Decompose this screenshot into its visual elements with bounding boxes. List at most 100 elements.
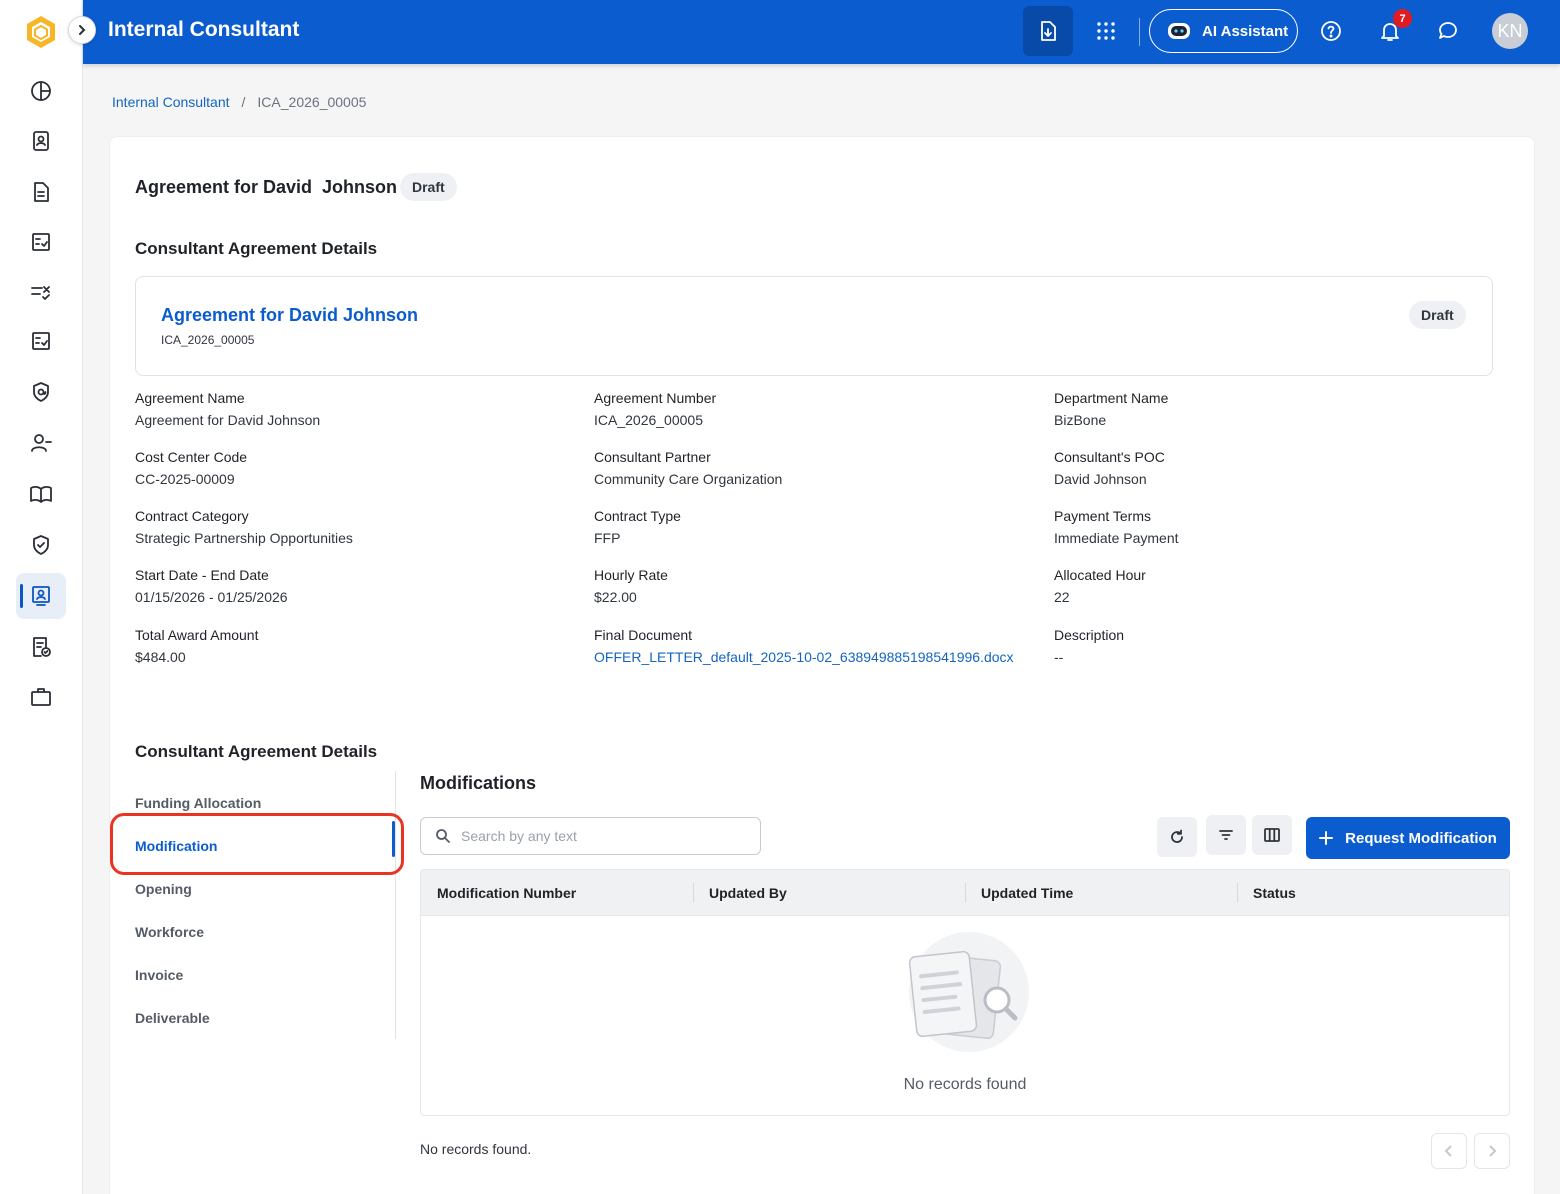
filter-button[interactable] bbox=[1206, 815, 1246, 855]
tab-workforce[interactable]: Workforce bbox=[135, 924, 204, 940]
user-remove-icon bbox=[31, 434, 52, 452]
field-value: Community Care Organization bbox=[594, 471, 783, 487]
book-icon bbox=[30, 486, 52, 503]
field-label: Consultant Partner bbox=[594, 449, 711, 465]
download-button[interactable] bbox=[1023, 6, 1073, 56]
field-label: Cost Center Code bbox=[135, 449, 248, 465]
breadcrumb-root-link[interactable]: Internal Consultant bbox=[112, 94, 230, 110]
nav-dashboard[interactable] bbox=[16, 68, 66, 114]
pie-chart-icon bbox=[31, 81, 51, 101]
field-value: BizBone bbox=[1054, 412, 1107, 428]
approval-icon bbox=[32, 332, 50, 350]
robot-icon bbox=[1168, 23, 1190, 39]
nav-contacts[interactable] bbox=[16, 118, 66, 164]
field-value: 22 bbox=[1054, 589, 1070, 605]
apps-button[interactable] bbox=[1088, 6, 1124, 56]
tab-invoice[interactable]: Invoice bbox=[135, 967, 183, 983]
field-consultant-partner: Consultant Partner Community Care Organi… bbox=[594, 446, 782, 490]
ai-assistant-button[interactable]: AI Assistant bbox=[1149, 9, 1298, 53]
status-badge: Draft bbox=[400, 173, 457, 201]
field-value: -- bbox=[1054, 649, 1064, 665]
summary-agreement-name: Agreement for David Johnson bbox=[161, 305, 419, 325]
field-value: 01/15/2026 - 01/25/2026 bbox=[135, 589, 288, 605]
field-contract-category: Contract Category Strategic Partnership … bbox=[135, 505, 353, 549]
field-department-name: Department Name BizBone bbox=[1054, 387, 1168, 431]
checklist-icon bbox=[32, 233, 50, 251]
search-placeholder: Search by any text bbox=[461, 828, 577, 844]
page-title: Agreement for David Johnson bbox=[135, 177, 398, 197]
field-payment-terms: Payment Terms Immediate Payment bbox=[1054, 505, 1179, 549]
field-label: Consultant's POC bbox=[1054, 449, 1165, 465]
field-description: Description -- bbox=[1054, 624, 1124, 668]
column-header[interactable]: Updated By bbox=[693, 870, 965, 916]
chevron-left-icon bbox=[1444, 1145, 1452, 1157]
column-header[interactable]: Status bbox=[1237, 870, 1509, 916]
table-header: Modification Number Updated By Updated T… bbox=[421, 870, 1509, 916]
modifications-title: Modifications bbox=[420, 773, 536, 793]
nav-library[interactable] bbox=[16, 471, 66, 517]
field-value: Strategic Partnership Opportunities bbox=[135, 530, 353, 546]
refresh-icon bbox=[1171, 829, 1183, 843]
search-input[interactable]: Search by any text bbox=[420, 817, 761, 855]
field-label: Description bbox=[1054, 627, 1125, 643]
app-logo-icon[interactable] bbox=[24, 14, 58, 50]
nav-internal-consultant[interactable] bbox=[16, 573, 66, 619]
request-modification-button[interactable]: Request Modification bbox=[1306, 817, 1510, 859]
chevron-right-icon bbox=[1489, 1145, 1497, 1157]
help-button[interactable] bbox=[1316, 6, 1346, 56]
field-hourly-rate: Hourly Rate $22.00 bbox=[594, 564, 668, 608]
field-label: Contract Category bbox=[135, 508, 249, 524]
column-header[interactable]: Updated Time bbox=[965, 870, 1237, 916]
field-label: Final Document bbox=[594, 627, 693, 643]
nav-users[interactable] bbox=[16, 420, 66, 466]
columns-button[interactable] bbox=[1252, 815, 1292, 855]
refresh-button[interactable] bbox=[1157, 817, 1197, 857]
notification-badge: 7 bbox=[1393, 9, 1412, 28]
nav-approvals[interactable] bbox=[16, 318, 66, 364]
nav-documents[interactable] bbox=[16, 169, 66, 215]
final-document-link[interactable]: OFFER_LETTER_default_2025-10-02_63894988… bbox=[594, 646, 1014, 668]
tab-funding-allocation[interactable]: Funding Allocation bbox=[135, 795, 261, 811]
chat-button[interactable] bbox=[1433, 6, 1463, 56]
contact-card-icon bbox=[33, 131, 49, 151]
tab-opening[interactable]: Opening bbox=[135, 881, 192, 897]
briefcase-icon bbox=[31, 688, 51, 706]
field-value: $484.00 bbox=[135, 649, 186, 665]
nav-tasks[interactable] bbox=[16, 269, 66, 315]
summary-agreement-number: ICA_2026_00005 bbox=[161, 333, 255, 347]
previous-page-button[interactable] bbox=[1431, 1133, 1467, 1169]
download-document-icon bbox=[1041, 21, 1056, 41]
next-page-button[interactable] bbox=[1474, 1133, 1510, 1169]
nav-jobs[interactable] bbox=[16, 674, 66, 720]
expand-sidebar-button[interactable] bbox=[68, 16, 96, 44]
nav-security[interactable] bbox=[16, 369, 66, 415]
tab-deliverable[interactable]: Deliverable bbox=[135, 1010, 210, 1026]
field-label: Total Award Amount bbox=[135, 627, 259, 643]
detail-tabs: Funding Allocation Modification Opening … bbox=[110, 771, 396, 1039]
field-value: Immediate Payment bbox=[1054, 530, 1179, 546]
task-list-icon bbox=[31, 286, 50, 300]
breadcrumb-separator: / bbox=[241, 94, 246, 110]
field-label: Start Date - End Date bbox=[135, 567, 269, 583]
field-agreement-number: Agreement Number ICA_2026_00005 bbox=[594, 387, 716, 431]
no-records-illustration-icon bbox=[908, 932, 1029, 1052]
highlight-annotation bbox=[110, 813, 404, 875]
nav-reports[interactable] bbox=[16, 624, 66, 670]
apps-grid-icon bbox=[1097, 22, 1115, 40]
field-allocated-hour: Allocated Hour 22 bbox=[1054, 564, 1146, 608]
shield-check-icon bbox=[33, 535, 49, 555]
table-footer-message: No records found. bbox=[420, 1141, 532, 1157]
columns-icon bbox=[1264, 828, 1280, 842]
field-label: Agreement Number bbox=[594, 390, 717, 406]
field-value: Agreement for David Johnson bbox=[135, 412, 321, 428]
column-header[interactable]: Modification Number bbox=[421, 870, 693, 916]
document-icon bbox=[34, 182, 49, 202]
user-avatar[interactable]: KN bbox=[1492, 13, 1528, 49]
field-label: Agreement Name bbox=[135, 390, 245, 406]
empty-state: No records found bbox=[421, 916, 1509, 1115]
field-value: CC-2025-00009 bbox=[135, 471, 235, 487]
request-modification-label: Request Modification bbox=[1345, 829, 1497, 847]
nav-compliance[interactable] bbox=[16, 522, 66, 568]
nav-checklist[interactable] bbox=[16, 219, 66, 265]
field-final-document: Final Document OFFER_LETTER_default_2025… bbox=[594, 624, 1014, 668]
